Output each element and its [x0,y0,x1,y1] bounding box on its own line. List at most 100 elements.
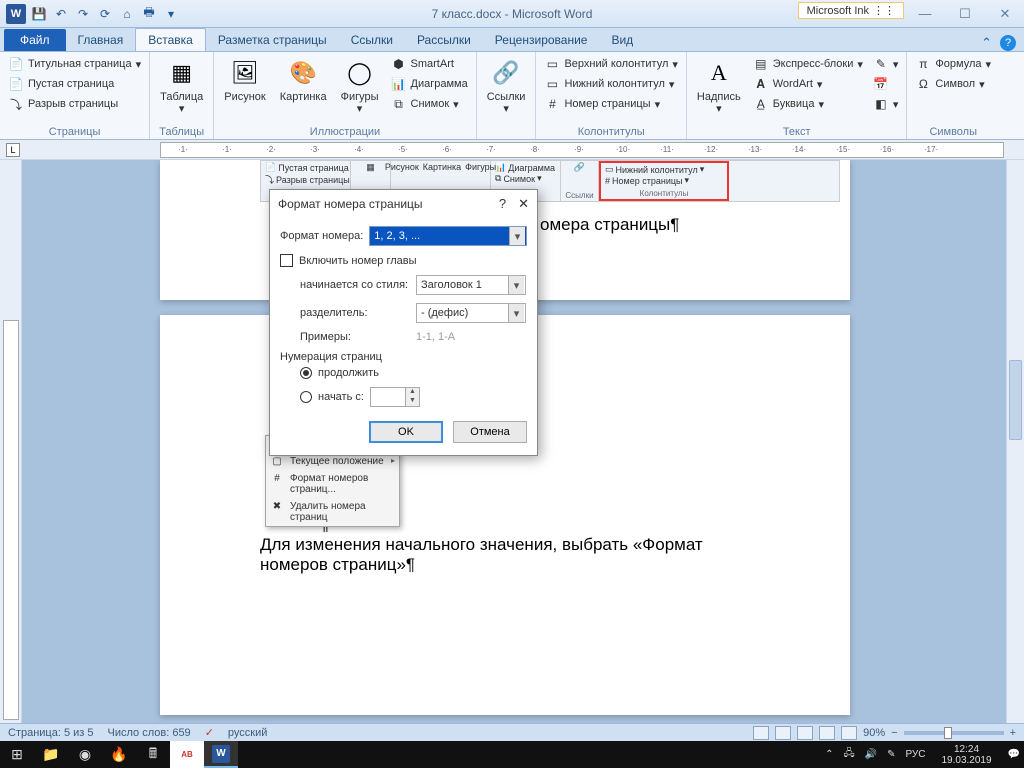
shapes-button[interactable]: ◯Фигуры▾ [337,55,383,117]
smartart-button[interactable]: ⬢SmartArt [389,55,470,73]
ink-badge[interactable]: Microsoft Ink⋮⋮ [798,2,904,19]
number-format-combo[interactable]: 1, 2, 3, ...▾ [369,226,527,246]
view-fullscreen[interactable] [775,726,791,740]
tray-volume-icon[interactable]: 🔊 [865,749,877,760]
vruler-scale[interactable] [3,320,19,720]
help-icon[interactable]: ? [1000,35,1016,51]
header-button[interactable]: ▭Верхний колонтитул ▾ [542,55,679,73]
redo-icon[interactable]: ↷ [74,5,92,23]
dialog-titlebar[interactable]: Формат номера страницы ? ✕ [270,190,537,218]
status-language[interactable]: русский [228,727,267,739]
embed-footer: Нижний колонтитул [616,165,698,175]
minimize-ribbon-icon[interactable]: ⌃ [981,35,992,51]
equation-button[interactable]: πФормула ▾ [913,55,993,73]
tab-review[interactable]: Рецензирование [483,29,600,51]
view-print-layout[interactable] [753,726,769,740]
screenshot-button[interactable]: ⧉Снимок ▾ [389,95,470,113]
textbox-button[interactable]: AНадпись▾ [693,55,745,117]
tray-notifications-icon[interactable]: 💬 [1008,749,1020,760]
tab-insert[interactable]: Вставка [135,28,206,51]
zoom-value[interactable]: 90% [863,727,885,739]
page-break-button[interactable]: ⤵Разрыв страницы [6,95,143,113]
tray-language[interactable]: РУС [905,749,925,760]
zoom-slider[interactable] [904,731,1004,735]
vertical-scrollbar[interactable] [1006,160,1024,723]
cover-page-button[interactable]: 📄Титульная страница ▾ [6,55,143,73]
tray-chevron-icon[interactable]: ⌃ [825,749,833,760]
view-draft[interactable] [841,726,857,740]
cancel-button[interactable]: Отмена [453,421,527,443]
continue-radio[interactable] [300,367,312,379]
save-icon[interactable]: 💾 [30,5,48,23]
chart-button[interactable]: 📊Диаграмма [389,75,470,93]
refresh-icon[interactable]: ⟳ [96,5,114,23]
spell-check-icon[interactable]: ✓ [205,726,214,739]
tray-network-icon[interactable]: 🖧 [843,746,854,763]
task-app-flame[interactable]: 🔥 [102,741,136,768]
blank-page-button[interactable]: 📄Пустая страница [6,75,143,93]
close-button[interactable]: ✕ [992,5,1018,23]
signature-button[interactable]: ✎▾ [871,55,901,73]
tab-layout[interactable]: Разметка страницы [206,29,339,51]
start-at-input[interactable] [371,388,405,406]
undo-icon[interactable]: ↶ [52,5,70,23]
ctx-remove-numbers[interactable]: Удалить номера страниц [266,498,399,526]
print-icon[interactable]: 🖶 [140,5,158,23]
quickparts-label: Экспресс-блоки [773,58,854,70]
ruler-scale[interactable]: ·1··1··2··3··4··5··6··7··8··9··10··11··1… [160,142,1004,158]
page2-para2: Для изменения начального значения, выбра… [260,535,750,575]
start-button[interactable]: ⊞ [0,741,34,768]
group-hf-label: Колонтитулы [542,124,679,138]
task-abnet[interactable]: АВ [170,741,204,768]
dropcap-button[interactable]: A̲Буквица ▾ [751,95,865,113]
dialog-help-button[interactable]: ? [499,196,506,212]
tab-file[interactable]: Файл [4,29,66,51]
pi-icon: π [915,56,931,72]
spin-up-icon[interactable]: ▲ [406,388,419,397]
view-outline[interactable] [819,726,835,740]
start-at-spinner[interactable]: ▲▼ [370,387,420,407]
zoom-out-button[interactable]: − [891,727,897,739]
symbol-button[interactable]: ΩСимвол ▾ [913,75,993,93]
footer-button[interactable]: ▭Нижний колонтитул ▾ [542,75,679,93]
start-at-radio[interactable] [300,391,312,403]
qat-dropdown-icon[interactable]: ▾ [162,5,180,23]
dialog-close-button[interactable]: ✕ [518,196,529,212]
zoom-in-button[interactable]: + [1010,727,1016,739]
task-explorer[interactable]: 📁 [34,741,68,768]
home-icon[interactable]: ⌂ [118,5,136,23]
status-page[interactable]: Страница: 5 из 5 [8,727,94,739]
datetime-button[interactable]: 📅 [871,75,901,93]
table-button[interactable]: ▦Таблица▾ [156,55,207,117]
task-chrome[interactable]: ◉ [68,741,102,768]
tray-pen-icon[interactable]: ✎ [887,749,895,760]
tab-view[interactable]: Вид [599,29,645,51]
clipart-button[interactable]: 🎨Картинка [276,55,331,105]
minimize-button[interactable]: — [912,5,938,23]
status-words[interactable]: Число слов: 659 [108,727,191,739]
page-number-button[interactable]: #Номер страницы ▾ [542,95,679,113]
embed-pagenum: Номер страницы [612,176,682,186]
tray-clock[interactable]: 12:2419.03.2019 [935,744,997,766]
ok-button[interactable]: OK [369,421,443,443]
links-button[interactable]: 🔗Ссылки▾ [483,55,530,117]
object-button[interactable]: ◧▾ [871,95,901,113]
tab-home[interactable]: Главная [66,29,136,51]
spin-down-icon[interactable]: ▼ [406,397,419,406]
tab-selector[interactable]: L [6,143,20,157]
wordart-button[interactable]: 𝐀WordArt ▾ [751,75,865,93]
chevron-down-icon: ▾ [508,276,524,294]
include-chapter-checkbox[interactable] [280,254,293,267]
quickparts-button[interactable]: ▤Экспресс-блоки ▾ [751,55,865,73]
word-app-icon[interactable]: W [6,4,26,24]
zoom-thumb[interactable] [944,727,952,739]
tab-references[interactable]: Ссылки [339,29,405,51]
task-word[interactable]: W [204,741,238,768]
maximize-button[interactable]: ☐ [952,5,978,23]
view-web[interactable] [797,726,813,740]
task-calculator[interactable]: 🖩 [136,741,170,768]
ctx-format-numbers[interactable]: Формат номеров страниц... [266,470,399,498]
tab-mailings[interactable]: Рассылки [405,29,483,51]
picture-button[interactable]: 🖼Рисунок [220,55,270,105]
scroll-thumb[interactable] [1009,360,1022,440]
